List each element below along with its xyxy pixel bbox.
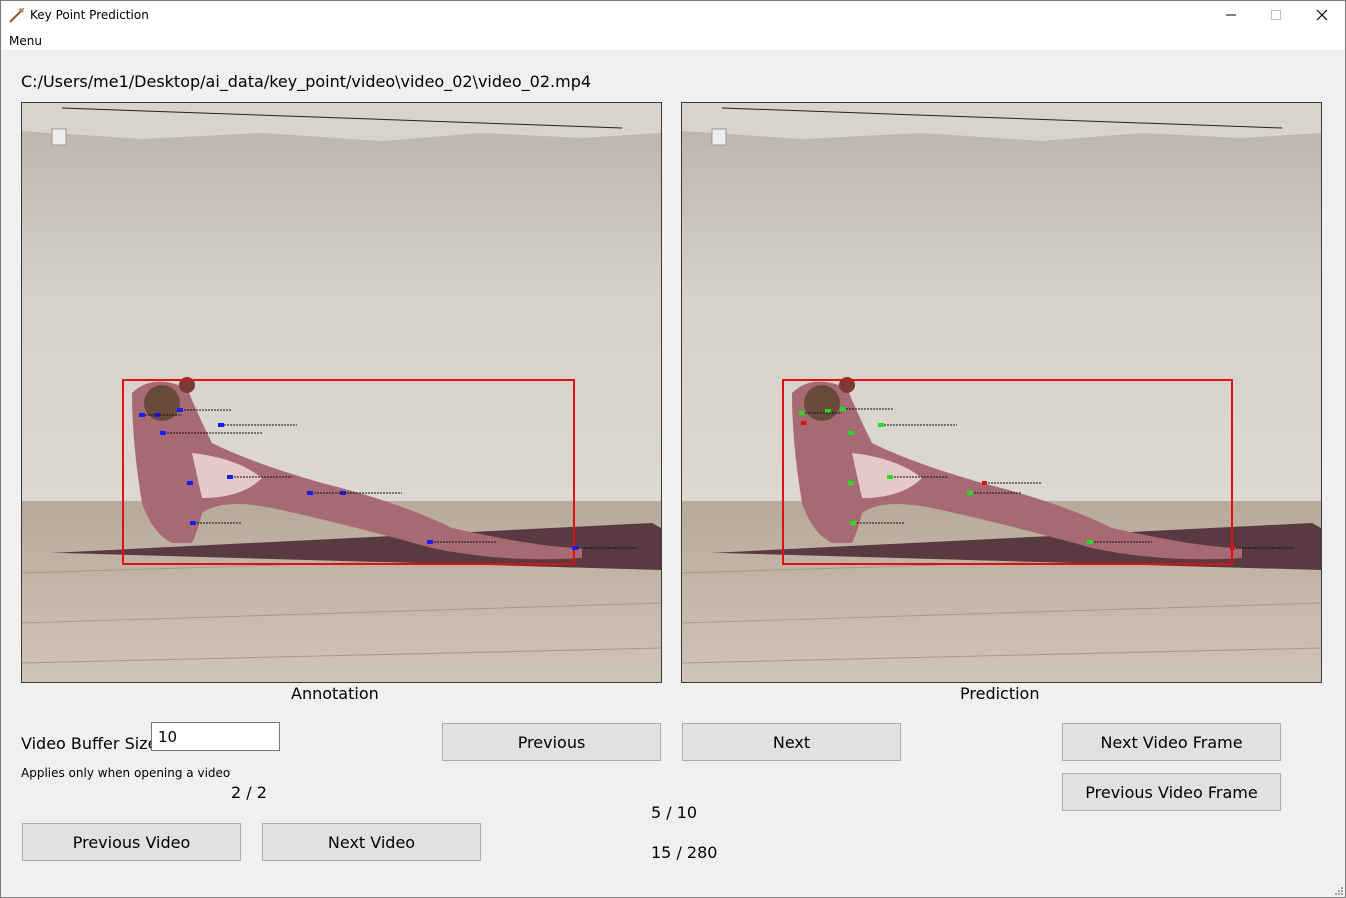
buffer-size-input[interactable] [151, 722, 280, 751]
next-video-frame-button[interactable]: Next Video Frame [1062, 723, 1281, 761]
video-index-counter: 2 / 2 [231, 783, 267, 802]
menu-item-menu[interactable]: Menu [9, 34, 42, 48]
file-path-label: C:/Users/me1/Desktop/ai_data/key_point/v… [21, 72, 592, 91]
title-bar: Key Point Prediction [0, 0, 1346, 31]
resize-grip-icon[interactable] [1333, 885, 1343, 895]
previous-video-frame-button[interactable]: Previous Video Frame [1062, 773, 1281, 811]
prediction-caption: Prediction [960, 684, 1040, 703]
buffer-hint: Applies only when opening a video [21, 766, 231, 780]
previous-video-button[interactable]: Previous Video [22, 823, 241, 861]
annotation-image [21, 102, 662, 683]
buffer-frame-counter: 5 / 10 [651, 803, 698, 822]
feather-icon [9, 8, 24, 23]
maximize-button[interactable] [1253, 0, 1299, 30]
next-button[interactable]: Next [682, 723, 901, 761]
next-video-button[interactable]: Next Video [262, 823, 481, 861]
frame-index-counter: 15 / 280 [651, 843, 718, 862]
menu-bar: Menu [0, 30, 1346, 50]
minimize-button[interactable] [1208, 0, 1254, 30]
annotation-caption: Annotation [291, 684, 379, 703]
close-button[interactable] [1299, 0, 1345, 30]
window-title: Key Point Prediction [30, 8, 149, 22]
close-icon [1316, 9, 1328, 21]
buffer-size-label: Video Buffer Size [21, 734, 158, 753]
previous-button[interactable]: Previous [442, 723, 661, 761]
maximize-icon [1271, 10, 1281, 20]
minimize-icon [1226, 14, 1236, 16]
prediction-image [681, 102, 1322, 683]
